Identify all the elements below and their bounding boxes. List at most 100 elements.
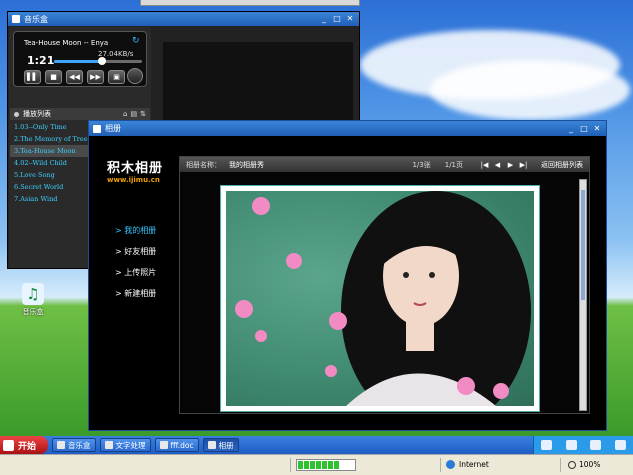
security-zone: Internet <box>446 460 489 469</box>
last-page-icon[interactable]: ▶| <box>518 160 529 170</box>
progress-segment <box>298 461 303 469</box>
maximize-icon[interactable]: □ <box>332 14 342 24</box>
progress-segment <box>310 461 315 469</box>
page-count: 1/1页 <box>444 160 463 169</box>
repeat-button[interactable]: ▣ <box>108 70 125 84</box>
playlist-icon <box>14 111 19 117</box>
home-icon[interactable]: ⌂ <box>123 110 127 118</box>
playlist-header: 播放列表 ⌂ ▤ ⇅ <box>10 108 150 120</box>
desktop-icon-label: 音乐盒 <box>22 308 44 316</box>
globe-icon <box>446 460 455 469</box>
tray-icon[interactable] <box>565 440 577 450</box>
refresh-icon[interactable]: ↻ <box>132 36 140 46</box>
zoom-label: 100% <box>579 460 601 469</box>
maximize-icon[interactable]: □ <box>579 124 589 134</box>
logo-text: 积木相册 <box>107 161 164 176</box>
viewer-scrollbar[interactable] <box>579 179 587 411</box>
divider <box>560 458 561 472</box>
task-label: 相册 <box>218 440 234 450</box>
progress-segment <box>328 461 333 469</box>
minimize-icon[interactable]: _ <box>319 14 329 24</box>
close-icon[interactable]: ✕ <box>345 14 355 24</box>
taskbar: 开始 音乐盒 文字处理 fff.doc 相册 <box>0 436 633 454</box>
task-icon <box>207 441 216 449</box>
seek-bar[interactable] <box>54 57 142 65</box>
album-viewer: 相册名称： 我的相册秀 1/3张 1/1页 |◀ ◀ ▶ ▶| 返回相册列表 <box>179 156 590 414</box>
task-icon <box>159 441 168 449</box>
photo-frame <box>220 185 540 412</box>
nav-friend-albums[interactable]: > 好友相册 <box>115 246 156 267</box>
tray-icon[interactable] <box>615 440 627 450</box>
album-window-title: 相册 <box>105 124 121 133</box>
first-page-icon[interactable]: |◀ <box>479 160 490 170</box>
playlist-title: 播放列表 <box>23 110 51 118</box>
task-album[interactable]: 相册 <box>202 438 239 452</box>
album-window: 相册 _ □ ✕ 积木相册 www.ijimu.cn > 我的相册 > 好友相册… <box>88 120 607 431</box>
task-label: 音乐盒 <box>68 440 91 450</box>
zoom-level[interactable]: 100% <box>568 460 600 469</box>
task-icon <box>57 441 65 449</box>
progress-segment <box>304 461 309 469</box>
pager-controls: |◀ ◀ ▶ ▶| <box>479 160 529 170</box>
album-name-label: 相册名称： <box>186 160 221 169</box>
start-label: 开始 <box>18 441 37 452</box>
next-page-icon[interactable]: ▶ <box>505 160 516 170</box>
zone-label: Internet <box>459 460 489 469</box>
album-logo: 积木相册 www.ijimu.cn <box>107 157 163 184</box>
scrollbar-thumb[interactable] <box>581 190 585 300</box>
task-fff-doc[interactable]: fff.doc <box>154 438 199 452</box>
previous-button[interactable]: ◀◀ <box>66 70 83 84</box>
status-bar: Internet 100% <box>0 454 633 475</box>
magnifier-icon <box>568 460 576 469</box>
sort-icon[interactable]: ⇅ <box>140 110 146 118</box>
top-window-edge <box>140 0 360 6</box>
music-window-title: 音乐盒 <box>24 14 48 24</box>
prev-page-icon[interactable]: ◀ <box>492 160 503 170</box>
folder-icon[interactable]: ▤ <box>131 110 138 118</box>
volume-knob[interactable] <box>127 68 143 84</box>
progress-segment <box>322 461 327 469</box>
task-icon <box>104 441 113 449</box>
playback-controls: ▌▌ ■ ◀◀ ▶▶ ▣ <box>24 70 125 84</box>
music-title-bar[interactable]: 音乐盒 _ □ ✕ <box>8 12 359 26</box>
desktop-icon-music-box[interactable]: ♫ 音乐盒 <box>18 283 48 317</box>
task-label: 文字处理 <box>115 440 146 450</box>
cloud <box>430 60 630 120</box>
next-button[interactable]: ▶▶ <box>87 70 104 84</box>
elapsed-time: 1:21 <box>27 54 55 67</box>
photo-count: 1/3张 <box>412 160 431 169</box>
nav-my-albums[interactable]: > 我的相册 <box>115 225 156 246</box>
album-app-icon <box>93 124 101 133</box>
close-icon[interactable]: ✕ <box>592 124 602 134</box>
loading-progress <box>296 459 356 471</box>
seek-knob[interactable] <box>98 57 107 65</box>
stop-button[interactable]: ■ <box>45 70 62 84</box>
logo-url: www.ijimu.cn <box>107 176 160 184</box>
music-app-icon <box>12 15 20 23</box>
now-playing-title: Tea-House Moon -- Enya <box>24 39 109 47</box>
progress-segment <box>316 461 321 469</box>
minimize-icon[interactable]: _ <box>566 124 576 134</box>
music-note-icon: ♫ <box>22 283 44 305</box>
start-button[interactable]: 开始 <box>0 436 48 454</box>
divider <box>440 458 441 472</box>
desktop: ♫ 音乐盒 音乐盒 _ □ ✕ Tea-House Moon -- Enya ↻… <box>0 0 633 437</box>
task-word-processing[interactable]: 文字处理 <box>99 438 151 452</box>
album-header: 相册名称： 我的相册秀 1/3张 1/1页 |◀ ◀ ▶ ▶| 返回相册列表 <box>180 157 589 172</box>
photo-image[interactable] <box>226 191 534 406</box>
play-button[interactable]: ▌▌ <box>24 70 41 84</box>
tray-icon[interactable] <box>540 440 552 450</box>
album-title-bar[interactable]: 相册 _ □ ✕ <box>89 121 606 136</box>
back-to-album-list-link[interactable]: 返回相册列表 <box>541 160 583 170</box>
tray-icon[interactable] <box>590 440 602 450</box>
start-icon <box>3 439 14 451</box>
progress-segment <box>334 461 339 469</box>
task-music-box[interactable]: 音乐盒 <box>52 438 96 452</box>
nav-upload-photo[interactable]: > 上传照片 <box>115 267 156 288</box>
divider <box>290 458 291 472</box>
album-name-value: 我的相册秀 <box>229 160 264 169</box>
player-display: Tea-House Moon -- Enya ↻ 27.04KB/s 1:21 … <box>13 31 147 87</box>
seek-fill <box>54 60 103 63</box>
system-tray <box>533 436 633 454</box>
nav-new-album[interactable]: > 新建相册 <box>115 288 156 309</box>
